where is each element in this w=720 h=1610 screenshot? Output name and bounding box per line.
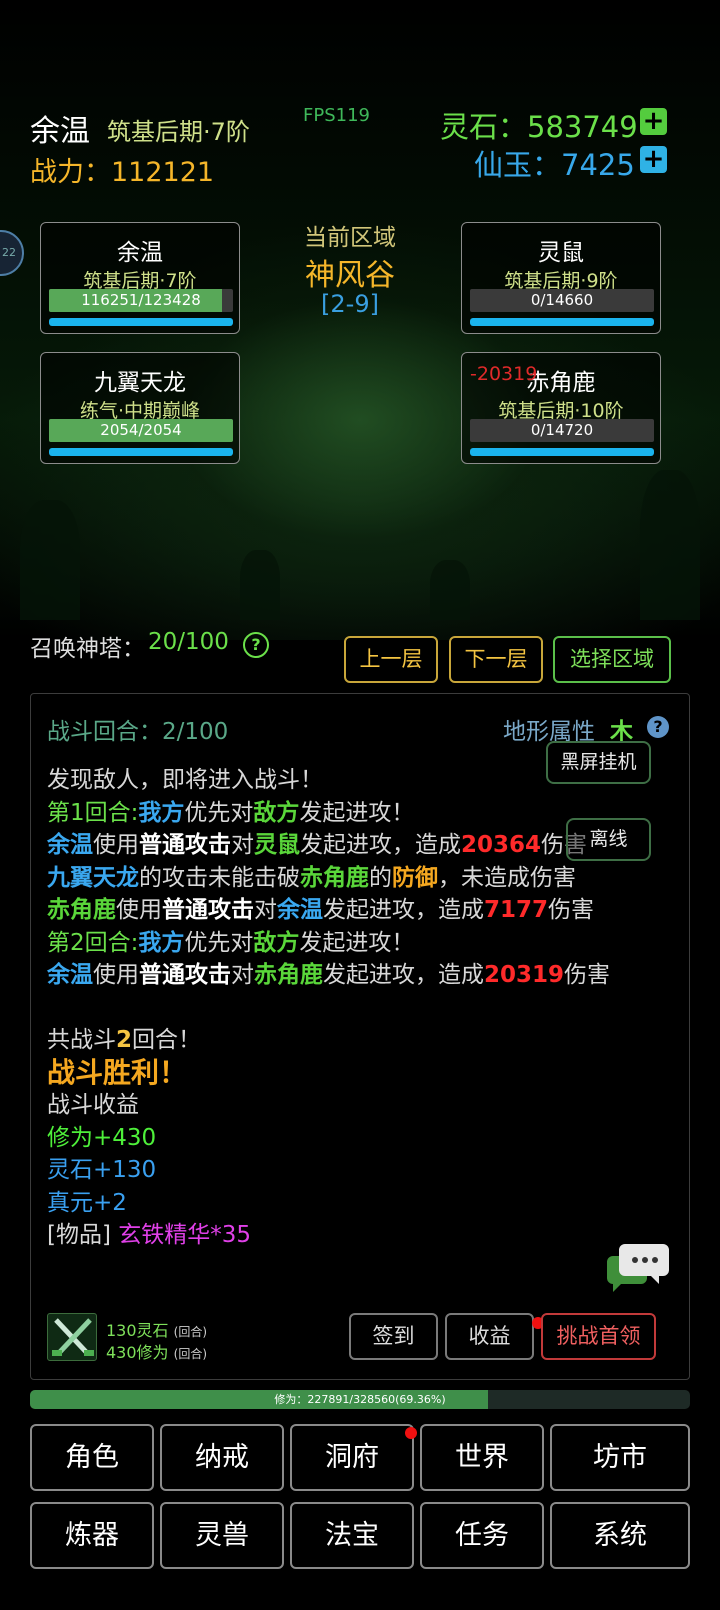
menu-market-button[interactable]: 坊市 — [550, 1424, 690, 1491]
select-zone-button[interactable]: 选择区域 — [553, 636, 671, 683]
current-zone-label: 当前区域 — [304, 225, 396, 251]
hp-text: 116251/123428 — [81, 291, 201, 309]
add-spirit-stone-button[interactable]: + — [640, 108, 667, 135]
checkin-button[interactable]: 签到 — [349, 1313, 438, 1360]
reward-cultivation: 修为+430 — [47, 1124, 157, 1151]
unit-name: 九翼天龙 — [94, 370, 186, 396]
battle-round: 战斗回合：2/100 — [47, 719, 229, 745]
menu-system-button[interactable]: 系统 — [550, 1502, 690, 1569]
tower-label: 召唤神塔： — [30, 636, 145, 662]
mana-bar — [470, 448, 654, 456]
afk-blackscreen-button[interactable]: 黑屏挂机 — [546, 741, 651, 784]
reward-spirit-stone: 灵石+130 — [47, 1157, 157, 1183]
menu-ring-button[interactable]: 纳戒 — [160, 1424, 284, 1491]
cultivation-progress-bar: 修为：227891/328560(69.36%) — [30, 1390, 690, 1409]
victory-text: 战斗胜利！ — [47, 1055, 188, 1089]
spirit-stone-count: 灵石：583749 — [440, 110, 638, 144]
player-name: 余温 — [30, 114, 90, 149]
terrain-help-icon[interactable]: ? — [647, 716, 669, 738]
ally-card-player[interactable]: 余温 筑基后期·7阶 116251/123428 — [40, 222, 240, 334]
zone-code: [2-9] — [321, 290, 379, 318]
hp-bar: 0/14720 — [470, 419, 654, 442]
add-jade-button[interactable]: + — [640, 146, 667, 173]
cave-notification-dot — [405, 1427, 417, 1439]
mana-bar — [49, 448, 233, 456]
hp-text: 2054/2054 — [100, 421, 182, 439]
unit-name: 余温 — [117, 240, 163, 266]
fps-counter: FPS119 — [303, 105, 370, 126]
menu-treasure-button[interactable]: 法宝 — [290, 1502, 414, 1569]
prev-floor-button[interactable]: 上一层 — [344, 636, 438, 683]
tower-help-icon[interactable]: ? — [243, 632, 269, 658]
ally-card-pet[interactable]: 九翼天龙 练气·中期巅峰 2054/2054 — [40, 352, 240, 464]
tree-silhouette — [20, 500, 80, 620]
tree-silhouette — [240, 550, 280, 620]
tree-silhouette — [640, 470, 700, 620]
enemy-card-2[interactable]: 赤角鹿 -20319 筑基后期·10阶 0/14720 — [461, 352, 661, 464]
challenge-boss-button[interactable]: 挑战首领 — [541, 1313, 656, 1360]
unit-name: 灵鼠 — [538, 240, 584, 266]
chat-bubbles-icon[interactable] — [607, 1242, 671, 1298]
zone-name: 神风谷 — [305, 258, 395, 293]
menu-world-button[interactable]: 世界 — [420, 1424, 544, 1491]
mana-bar — [470, 318, 654, 326]
menu-cave-button[interactable]: 洞府 — [290, 1424, 414, 1491]
combat-power: 战力：112121 — [30, 157, 215, 188]
rewards-title: 战斗收益 — [47, 1092, 139, 1118]
immortal-jade-count: 仙玉：7425 — [474, 148, 635, 182]
log-line: 第2回合:我方优先对敌方发起进攻！ — [47, 929, 415, 956]
crossed-swords-icon — [47, 1313, 97, 1361]
menu-beast-button[interactable]: 灵兽 — [160, 1502, 284, 1569]
reward-item: [物品] 玄铁精华*35 — [47, 1222, 252, 1248]
cultivation-progress-text: 修为：227891/328560(69.36%) — [274, 1393, 446, 1406]
reward-true-essence: 真元+2 — [47, 1189, 127, 1216]
menu-character-button[interactable]: 角色 — [30, 1424, 154, 1491]
mana-bar — [49, 318, 233, 326]
next-floor-button[interactable]: 下一层 — [449, 636, 543, 683]
cultivation-per-round: 430修为 (回合) — [106, 1343, 208, 1362]
stone-per-round: 130灵石 (回合) — [106, 1321, 208, 1340]
hp-text: 0/14660 — [530, 291, 594, 309]
hp-bar: 2054/2054 — [49, 419, 233, 442]
log-line: 九翼天龙的攻击未能击破赤角鹿的防御，未造成伤害 — [47, 864, 576, 891]
log-line: 共战斗2回合！ — [47, 1027, 202, 1053]
enemy-card-1[interactable]: 灵鼠 筑基后期·9阶 0/14660 — [461, 222, 661, 334]
tree-silhouette — [430, 560, 470, 620]
log-line: 赤角鹿使用普通攻击对余温发起进攻，造成7177伤害 — [47, 897, 595, 923]
hp-bar: 116251/123428 — [49, 289, 233, 312]
hp-text: 0/14720 — [530, 421, 594, 439]
hp-bar: 0/14660 — [470, 289, 654, 312]
tower-progress: 20/100 — [148, 629, 229, 655]
income-button[interactable]: 收益 — [445, 1313, 534, 1360]
log-line: 余温使用普通攻击对赤角鹿发起进攻，造成20319伤害 — [47, 962, 611, 988]
offline-button[interactable]: 离线 — [566, 818, 651, 861]
menu-quest-button[interactable]: 任务 — [420, 1502, 544, 1569]
floating-damage: -20319 — [470, 363, 538, 385]
menu-refine-button[interactable]: 炼器 — [30, 1502, 154, 1569]
player-realm: 筑基后期·7阶 — [107, 118, 250, 146]
